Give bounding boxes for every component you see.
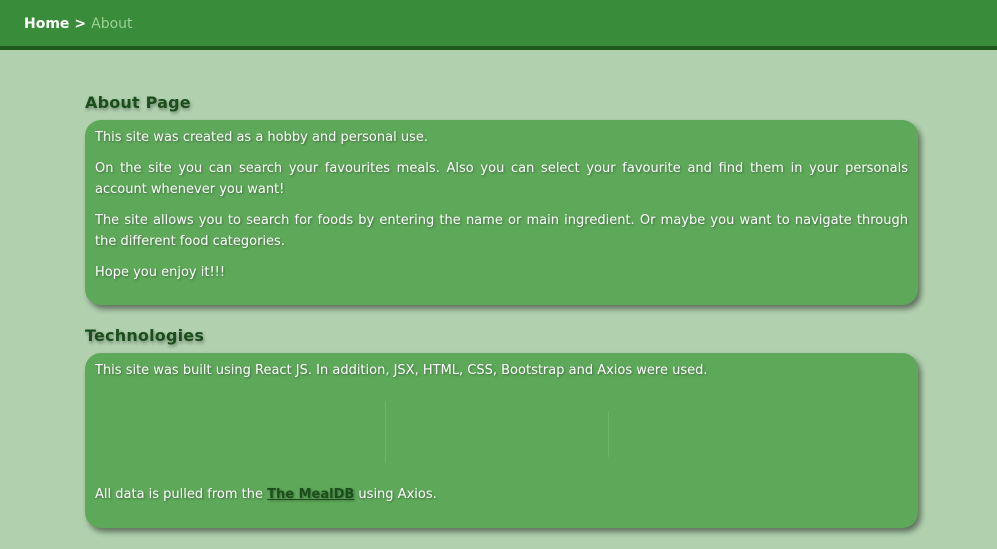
about-card: This site was created as a hobby and per… [85,120,918,305]
about-paragraph: Hope you enjoy it!!! [95,265,226,280]
logo-divider [608,411,609,457]
breadcrumb-home-link[interactable]: Home [24,14,69,34]
technologies-heading: Technologies [85,326,205,345]
logo-divider [385,401,386,463]
breadcrumb-separator: > [74,16,87,32]
about-heading: About Page [85,93,191,112]
technology-logos-area [95,381,908,484]
data-source-line: All data is pulled from the The MealDB u… [95,484,437,505]
about-paragraph: On the site you can search your favourit… [95,161,908,197]
mealdb-link[interactable]: The MealDB [267,487,354,502]
technologies-card: This site was built using React JS. In a… [85,353,918,528]
technologies-intro: This site was built using React JS. In a… [95,363,708,378]
data-source-suffix: using Axios. [354,487,437,502]
top-navbar: Home > About [0,0,997,50]
about-paragraph: The site allows you to search for foods … [95,213,908,249]
breadcrumb: Home > About [24,14,133,34]
breadcrumb-current: About [91,16,133,32]
about-paragraph: This site was created as a hobby and per… [95,130,428,145]
data-source-prefix: All data is pulled from the [95,487,268,502]
